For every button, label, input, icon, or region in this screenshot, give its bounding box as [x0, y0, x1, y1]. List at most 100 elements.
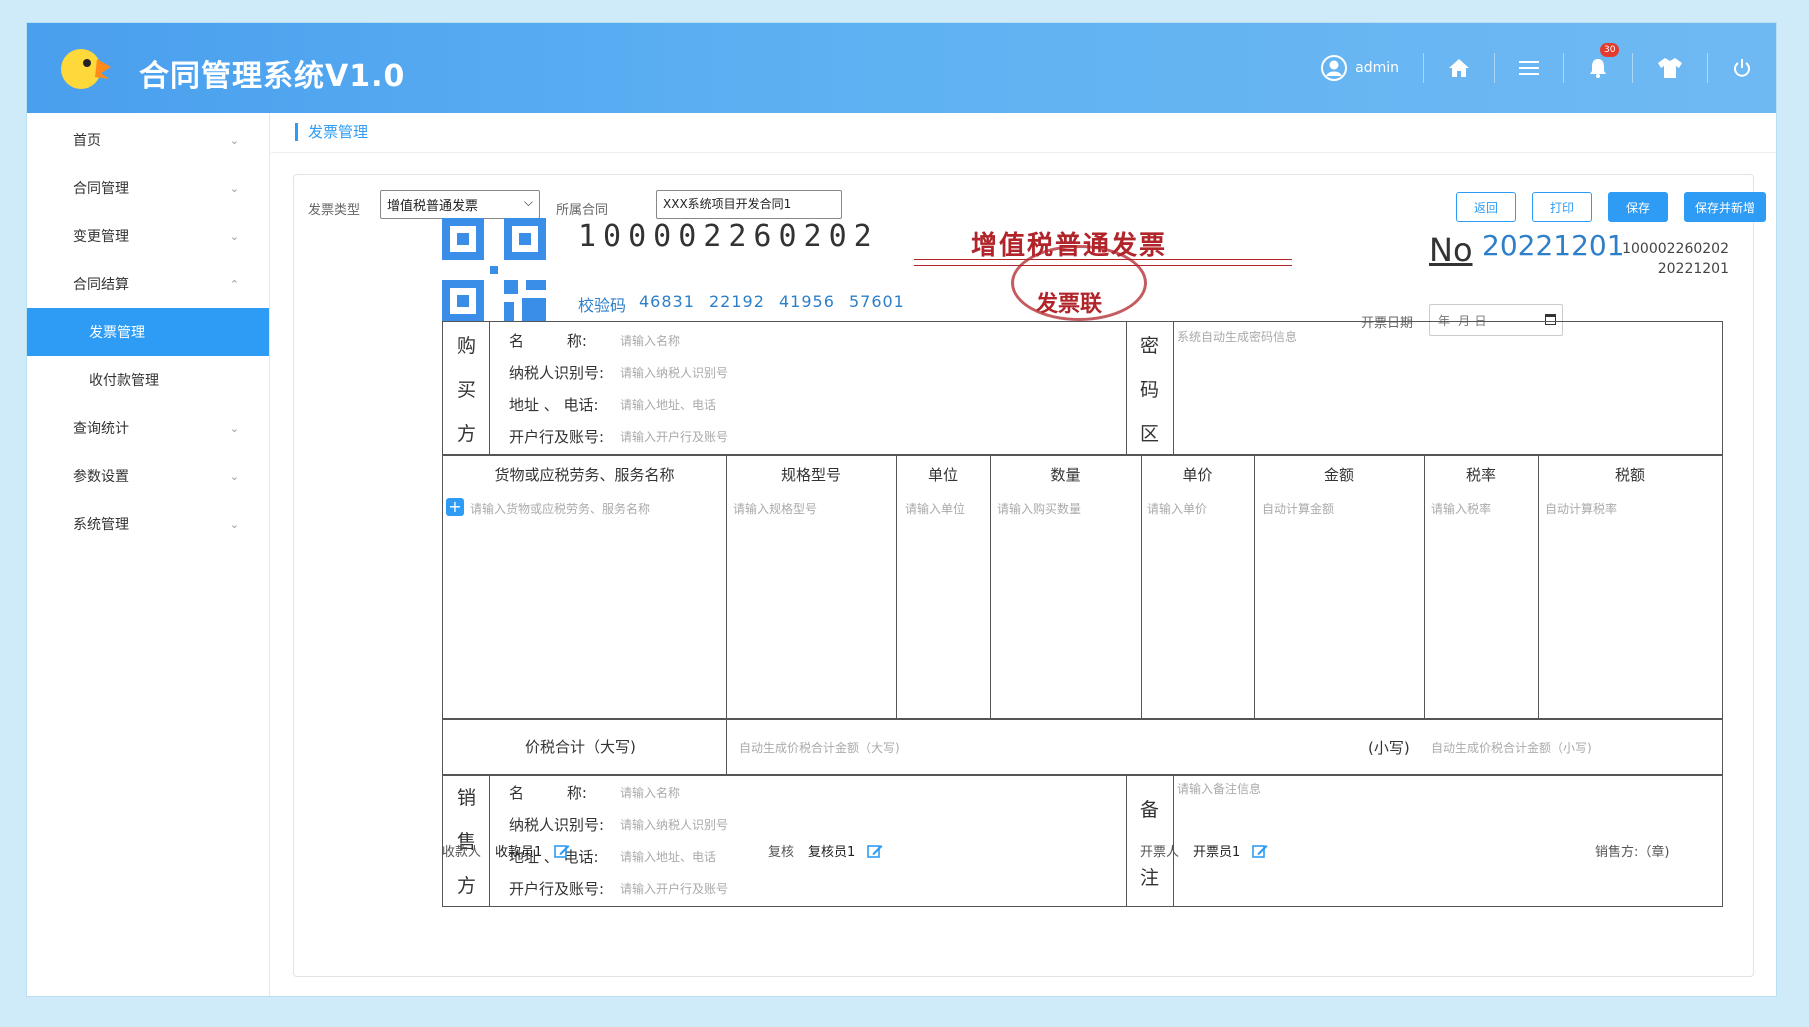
col-header-taxrate: 税率 — [1465, 466, 1496, 484]
chevron-down-icon: ⌄ — [229, 469, 239, 483]
sidebar-item-label: 查询统计 — [73, 421, 129, 437]
cipher-label-1: 密 — [1139, 335, 1159, 357]
app-window: 合同管理系统V1.0 admin 30 首页 ⌄ 合同管理 ⌄ 变更管理 ⌄ 合… — [27, 23, 1776, 996]
item-taxrate-input[interactable]: 请输入税率 — [1431, 500, 1491, 517]
issuer-label: 开票人 — [1140, 845, 1180, 860]
sidebar-item-label: 参数设置 — [73, 469, 129, 485]
contract-label: 所属合同 — [556, 203, 609, 218]
logout-button[interactable] — [1707, 53, 1776, 83]
duck-logo-icon — [61, 49, 111, 89]
sidebar-item-statistics[interactable]: 查询统计 ⌄ — [27, 404, 269, 452]
add-item-button[interactable]: + — [446, 498, 464, 516]
col-header-amount: 金额 — [1323, 466, 1354, 484]
sidebar-item-invoice[interactable]: 发票管理 — [27, 308, 269, 356]
invoice-type-label: 发票类型 — [308, 203, 361, 218]
seller-label-1: 销 — [456, 787, 476, 809]
item-price-input[interactable]: 请输入单价 — [1147, 500, 1207, 517]
item-name-input[interactable]: 请输入货物或应税劳务、服务名称 — [470, 500, 650, 517]
sidebar-item-contract[interactable]: 合同管理 ⌄ — [27, 164, 269, 212]
home-button[interactable] — [1423, 53, 1494, 83]
buyer-taxid-input[interactable]: 请输入纳税人识别号 — [620, 364, 728, 381]
app-title: 合同管理系统V1.0 — [139, 59, 406, 94]
item-amount: 自动计算金额 — [1262, 502, 1335, 516]
item-unit-input[interactable]: 请输入单位 — [905, 500, 965, 517]
sidebar: 首页 ⌄ 合同管理 ⌄ 变更管理 ⌄ 合同结算 ⌃ 发票管理 收付款管理 查询统计 ⌄ 参… — [27, 113, 270, 996]
chevron-down-icon: ⌄ — [229, 517, 239, 531]
chevron-down-icon: ⌵ — [523, 195, 533, 209]
invoice-type-select[interactable]: 增值税普通发票 ⌵ — [380, 190, 540, 219]
sidebar-item-params[interactable]: 参数设置 ⌄ — [27, 452, 269, 500]
save-new-button[interactable]: 保存并新增 — [1684, 192, 1766, 222]
buyer-name-label: 名 称: — [509, 332, 587, 350]
cipher-area: 系统自动生成密码信息 — [1177, 330, 1298, 344]
seller-name-input[interactable]: 请输入名称 — [620, 784, 680, 801]
buyer-label-1: 购 — [456, 335, 476, 357]
col-header-name: 货物或应税劳务、服务名称 — [494, 466, 675, 484]
user-menu[interactable]: admin — [1297, 53, 1423, 83]
chevron-up-icon: ⌃ — [229, 277, 239, 291]
seller-label-3: 方 — [456, 875, 476, 897]
user-name: admin — [1355, 60, 1399, 76]
payee-group: 收款人 收款员1 — [442, 841, 570, 860]
total-lower: 自动生成价税合计金额（小写) — [1431, 741, 1592, 755]
invoice-code-small: 100002260202 — [1622, 241, 1729, 257]
col-header-qty: 数量 — [1050, 466, 1081, 484]
chevron-down-icon: ⌄ — [229, 229, 239, 243]
invoice-number: 20221201 — [1482, 229, 1625, 262]
cipher-label-2: 码 — [1139, 379, 1159, 401]
check-code: 46831 22192 41956 57601 — [639, 292, 905, 311]
sidebar-item-system[interactable]: 系统管理 ⌄ — [27, 500, 269, 548]
payee-label: 收款人 — [442, 845, 482, 860]
skin-button[interactable] — [1632, 53, 1707, 83]
print-button[interactable]: 打印 — [1532, 192, 1592, 222]
bell-icon — [1590, 59, 1606, 78]
sidebar-item-label: 收付款管理 — [89, 373, 159, 389]
sidebar-item-change[interactable]: 变更管理 ⌄ — [27, 212, 269, 260]
notification-badge: 30 — [1600, 43, 1620, 57]
col-header-spec: 规格型号 — [780, 466, 841, 484]
buyer-bank-label: 开户行及账号: — [509, 428, 605, 446]
col-header-unit: 单位 — [927, 466, 958, 484]
breadcrumb: 发票管理 — [295, 123, 368, 141]
menu-button[interactable] — [1494, 53, 1563, 83]
save-button[interactable]: 保存 — [1608, 192, 1668, 222]
remark-label-2: 注 — [1139, 867, 1159, 889]
invoice-panel: 发票类型 增值税普通发票 ⌵ 所属合同 XXX系统项目开发合同1 返回 打印 保… — [293, 174, 1766, 977]
col-header-price: 单价 — [1182, 466, 1213, 484]
item-spec-input[interactable]: 请输入规格型号 — [733, 500, 817, 517]
chevron-down-icon: ⌄ — [229, 421, 239, 435]
contract-input[interactable]: XXX系统项目开发合同1 — [656, 190, 842, 219]
total-label: 价税合计（大写) — [525, 738, 636, 756]
sidebar-item-settlement[interactable]: 合同结算 ⌃ — [27, 260, 269, 308]
sidebar-item-label: 合同结算 — [73, 277, 129, 293]
issuer-value: 开票员1 — [1193, 845, 1241, 860]
sidebar-item-payment[interactable]: 收付款管理 — [27, 356, 269, 404]
seller-bank-input[interactable]: 请输入开户行及账号 — [620, 880, 728, 897]
notification-button[interactable]: 30 — [1563, 43, 1632, 83]
seller-taxid-input[interactable]: 请输入纳税人识别号 — [620, 816, 728, 833]
sidebar-item-label: 变更管理 — [73, 229, 129, 245]
items-area: 货物或应税劳务、服务名称 规格型号 单位 数量 单价 金额 税率 税额 + 请输… — [443, 454, 1722, 718]
buyer-name-input[interactable]: 请输入名称 — [620, 332, 680, 349]
top-header: 合同管理系统V1.0 admin 30 — [27, 23, 1776, 113]
edit-icon[interactable] — [554, 843, 570, 859]
seller-address-input[interactable]: 请输入地址、电话 — [620, 848, 716, 865]
invoice-type-value: 增值税普通发票 — [387, 199, 479, 214]
seller-taxid-label: 纳税人识别号: — [509, 816, 605, 834]
check-code-label: 校验码 — [578, 296, 627, 315]
cipher-label-3: 区 — [1139, 423, 1159, 445]
shirt-icon — [1658, 58, 1682, 78]
item-qty-input[interactable]: 请输入购买数量 — [997, 500, 1081, 517]
edit-icon[interactable] — [1252, 843, 1268, 859]
reviewer-group: 复核 复核员1 — [768, 841, 883, 860]
edit-icon[interactable] — [867, 843, 883, 859]
remark-label-1: 备 — [1139, 799, 1159, 821]
reviewer-label: 复核 — [768, 845, 795, 860]
sidebar-item-home[interactable]: 首页 ⌄ — [27, 116, 269, 164]
buyer-address-input[interactable]: 请输入地址、电话 — [620, 396, 716, 413]
home-icon — [1449, 59, 1469, 77]
back-button[interactable]: 返回 — [1456, 192, 1516, 222]
buyer-bank-input[interactable]: 请输入开户行及账号 — [620, 428, 728, 445]
chevron-down-icon: ⌄ — [229, 181, 239, 195]
remark-input[interactable]: 请输入备注信息 — [1177, 780, 1261, 797]
